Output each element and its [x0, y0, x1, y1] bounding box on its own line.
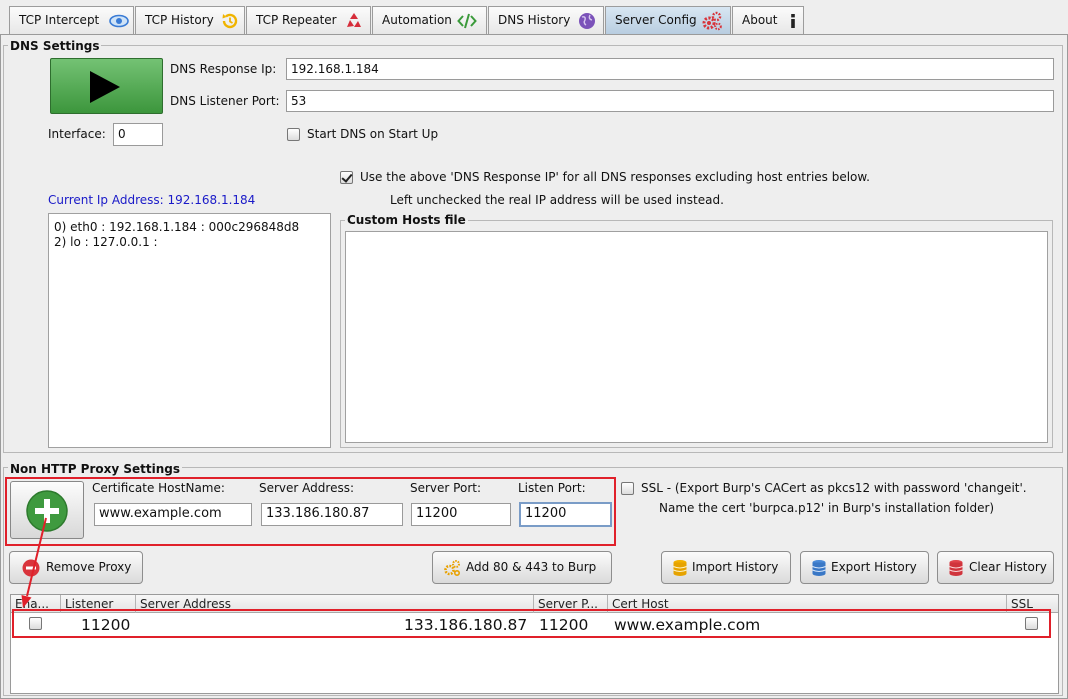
annotation-arrow [21, 517, 47, 608]
